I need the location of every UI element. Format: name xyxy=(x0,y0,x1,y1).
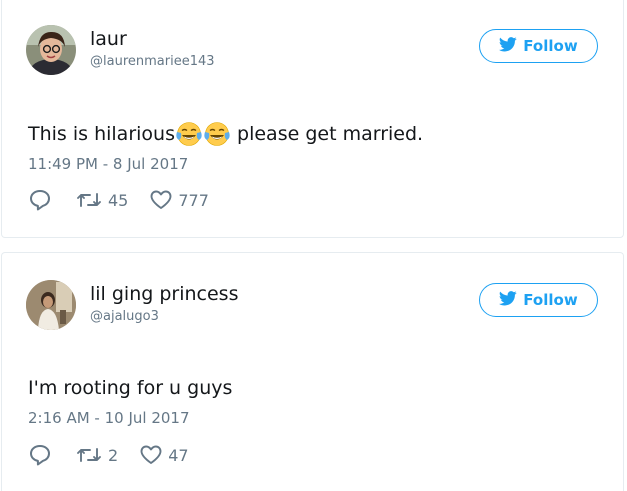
avatar[interactable] xyxy=(26,280,76,330)
tears-of-joy-emoji-icon xyxy=(204,122,230,146)
tweet-actions: 2 47 xyxy=(28,443,189,467)
twitter-bird-icon xyxy=(499,36,517,56)
tweet-text-start: I'm rooting for u guys xyxy=(28,377,233,399)
avatar[interactable] xyxy=(26,25,76,75)
author-name[interactable]: laur xyxy=(90,28,127,50)
reply-button[interactable] xyxy=(28,189,52,211)
tweet-text-end: please get married. xyxy=(230,123,424,145)
author-name[interactable]: lil ging princess xyxy=(90,283,238,305)
tweet-actions: 45 777 xyxy=(28,188,209,212)
tweet-text: I'm rooting for u guys xyxy=(28,377,232,399)
follow-label: Follow xyxy=(523,37,578,55)
tweet-text: This is hilarious please get married. xyxy=(28,121,423,147)
retweet-count: 45 xyxy=(108,190,129,210)
tweet-card[interactable]: laur @laurenmariee143 Follow This is hil… xyxy=(1,0,624,238)
reply-icon xyxy=(30,190,50,211)
author-handle[interactable]: @laurenmariee143 xyxy=(90,54,215,69)
heart-icon xyxy=(140,445,162,464)
retweet-button[interactable]: 45 xyxy=(76,190,128,210)
tears-of-joy-emoji-icon xyxy=(176,122,202,146)
tweet-card[interactable]: lil ging princess @ajalugo3 Follow I'm r… xyxy=(1,252,624,491)
like-count: 777 xyxy=(178,190,209,210)
follow-label: Follow xyxy=(523,291,578,309)
retweet-button[interactable]: 2 xyxy=(76,445,118,465)
tweet-text-start: This is hilarious xyxy=(28,123,175,145)
retweet-count: 2 xyxy=(108,445,119,465)
heart-icon xyxy=(150,190,172,209)
author-handle[interactable]: @ajalugo3 xyxy=(90,309,159,324)
reply-icon xyxy=(30,445,50,466)
twitter-bird-icon xyxy=(499,290,517,310)
follow-button[interactable]: Follow xyxy=(479,29,598,63)
like-button[interactable]: 777 xyxy=(150,190,209,210)
retweet-icon xyxy=(77,448,101,462)
like-count: 47 xyxy=(168,445,189,465)
follow-button[interactable]: Follow xyxy=(479,283,598,317)
timestamp[interactable]: 11:49 PM - 8 Jul 2017 xyxy=(28,155,188,173)
like-button[interactable]: 47 xyxy=(140,445,189,465)
retweet-icon xyxy=(77,193,101,207)
timestamp[interactable]: 2:16 AM - 10 Jul 2017 xyxy=(28,409,190,427)
reply-button[interactable] xyxy=(28,444,52,466)
